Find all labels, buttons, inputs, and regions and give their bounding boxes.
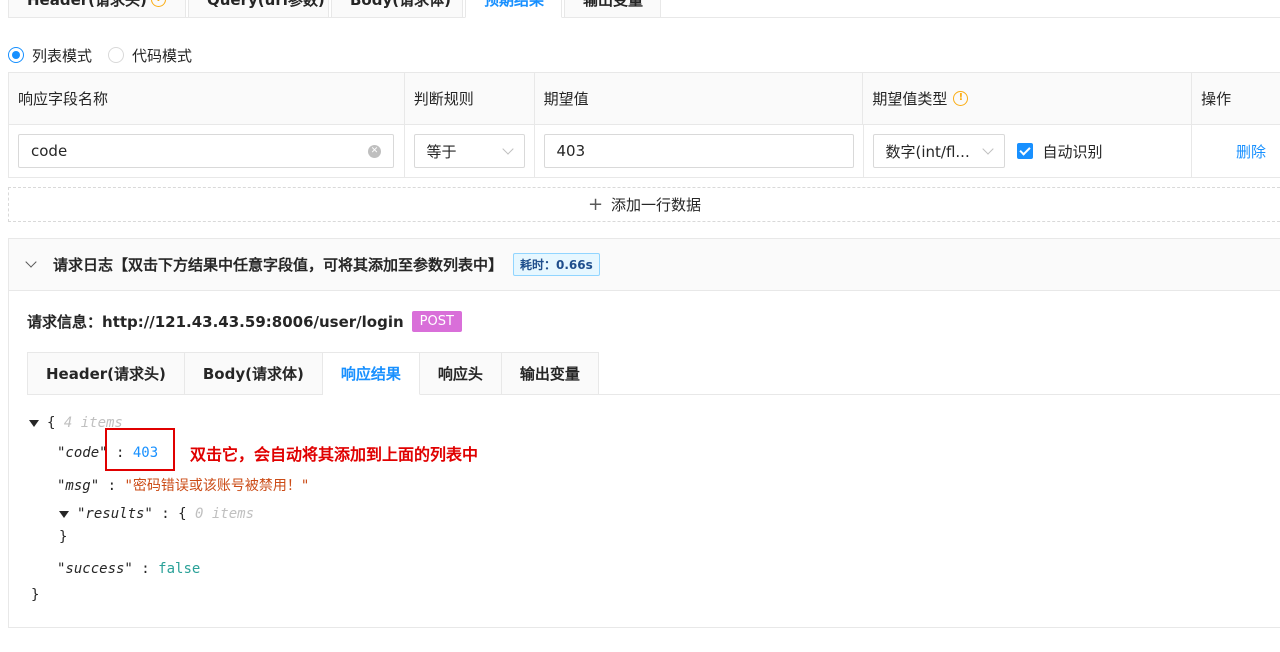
expected-type-select[interactable]: 数字(int/fl... [872,134,1005,168]
field-name-input[interactable]: code ✕ [18,134,394,168]
json-root-close: } [31,587,40,603]
tab-body[interactable]: Body(请求体) [331,0,463,18]
header-expected-type: 期望值类型 ! [863,73,1193,124]
json-results-close: } [59,529,68,545]
request-log-header[interactable]: 请求日志【双击下方结果中任意字段值，可将其添加至参数列表中】 耗时：0.66s [9,239,1280,291]
radio-checked-icon [8,47,24,63]
request-url: http://121.43.43.59:8006/user/login [102,312,404,331]
request-log-panel: 请求日志【双击下方结果中任意字段值，可将其添加至参数列表中】 耗时：0.66s … [8,238,1280,628]
header-rule: 判断规则 [404,73,535,124]
field-name-cell: code ✕ [9,125,405,177]
tab-header[interactable]: Header(请求头) ! [8,0,186,18]
json-results-count: 0 items [195,506,255,522]
table-row: code ✕ 等于 403 数字(int/fl... 自动识别 删除 [9,125,1280,178]
highlight-box [105,428,175,471]
expected-value: 403 [556,142,586,160]
auto-detect-checkbox[interactable]: 自动识别 [1016,141,1103,162]
field-name-value: code [31,142,68,160]
clear-icon[interactable]: ✕ [368,145,381,158]
list-mode-label: 列表模式 [32,46,93,65]
json-value-success[interactable]: false [158,561,200,577]
mode-radio-group: 列表模式 代码模式 [8,44,208,66]
tab-body-label: Body(请求体) [350,0,451,10]
info-icon[interactable]: ! [953,91,969,106]
request-log-title: 请求日志【双击下方结果中任意字段值，可将其添加至参数列表中】 [53,256,504,274]
tab-output-vars[interactable]: 输出变量 [564,0,661,18]
tab-query-label: Query(url参数) [207,0,325,10]
delete-link[interactable]: 删除 [1236,141,1266,162]
checkbox-checked-icon [1016,143,1033,159]
log-tab-response-headers[interactable]: 响应头 [419,352,502,395]
log-tab-response[interactable]: 响应结果 [322,352,420,395]
collapse-triangle-icon[interactable] [59,510,69,518]
plus-icon: + [587,194,604,215]
tab-expected-result-label: 预期结果 [484,0,544,10]
chevron-down-icon[interactable] [25,256,37,268]
auto-detect-label: 自动识别 [1042,142,1103,161]
expected-cell: 403 [535,125,864,177]
tab-output-vars-label: 输出变量 [583,0,643,10]
code-mode-radio[interactable]: 代码模式 [108,45,192,66]
header-expected-type-label: 期望值类型 [872,90,948,108]
tab-expected-result[interactable]: 预期结果 [465,0,562,18]
header-expected: 期望值 [534,73,864,124]
request-info-label: 请求信息： [27,313,103,331]
tab-query[interactable]: Query(url参数) [188,0,329,18]
json-key-code: "code" [57,445,108,461]
annotation-text: 双击它，会自动将其添加到上面的列表中 [190,445,479,464]
rule-value: 等于 [426,142,457,161]
header-field-name: 响应字段名称 [9,73,405,124]
chevron-down-icon [981,143,994,155]
json-results-line: "results" : { 0 items [59,506,254,522]
json-key-success: "success" [57,561,133,577]
json-key-msg: "msg" [57,478,100,494]
action-cell: 删除 [1192,125,1280,177]
log-tab-body[interactable]: Body(请求体) [184,352,323,395]
chevron-down-icon [501,143,514,155]
request-info: 请求信息： http://121.43.43.59:8006/user/logi… [27,311,462,332]
collapse-triangle-icon[interactable] [29,419,39,427]
top-tabs: Header(请求头) ! Query(url参数) Body(请求体) 预期结… [8,0,1280,18]
code-mode-label: 代码模式 [132,46,193,65]
json-key-results: "results" [77,506,153,522]
json-success-line: "success" : false [57,561,201,577]
tab-header-label: Header(请求头) [27,0,147,10]
table-header-row: 响应字段名称 判断规则 期望值 期望值类型 ! 操作 [9,73,1280,125]
log-tabs: Header(请求头) Body(请求体) 响应结果 响应头 输出变量 [27,352,1280,395]
assertion-table: 响应字段名称 判断规则 期望值 期望值类型 ! 操作 code ✕ 等于 403 [8,72,1280,178]
log-tab-header[interactable]: Header(请求头) [27,352,185,395]
warning-icon: ! [150,0,166,7]
log-tab-output-vars[interactable]: 输出变量 [501,352,599,395]
list-mode-radio[interactable]: 列表模式 [8,45,92,66]
elapsed-time-badge: 耗时：0.66s [513,253,600,276]
json-value-msg[interactable]: "密码错误或该账号被禁用！" [124,478,309,494]
json-msg-line: "msg" : "密码错误或该账号被禁用！" [57,478,310,494]
rule-select[interactable]: 等于 [413,134,525,168]
method-badge: POST [411,311,462,332]
rule-cell: 等于 [405,125,535,177]
add-row-button[interactable]: + 添加一行数据 [8,187,1280,222]
add-row-label: 添加一行数据 [611,196,702,214]
expected-type-value: 数字(int/fl... [885,142,970,161]
radio-unchecked-icon [108,47,125,63]
header-action: 操作 [1192,73,1280,124]
expected-type-cell: 数字(int/fl... 自动识别 [864,125,1193,177]
expected-value-input[interactable]: 403 [543,134,854,168]
